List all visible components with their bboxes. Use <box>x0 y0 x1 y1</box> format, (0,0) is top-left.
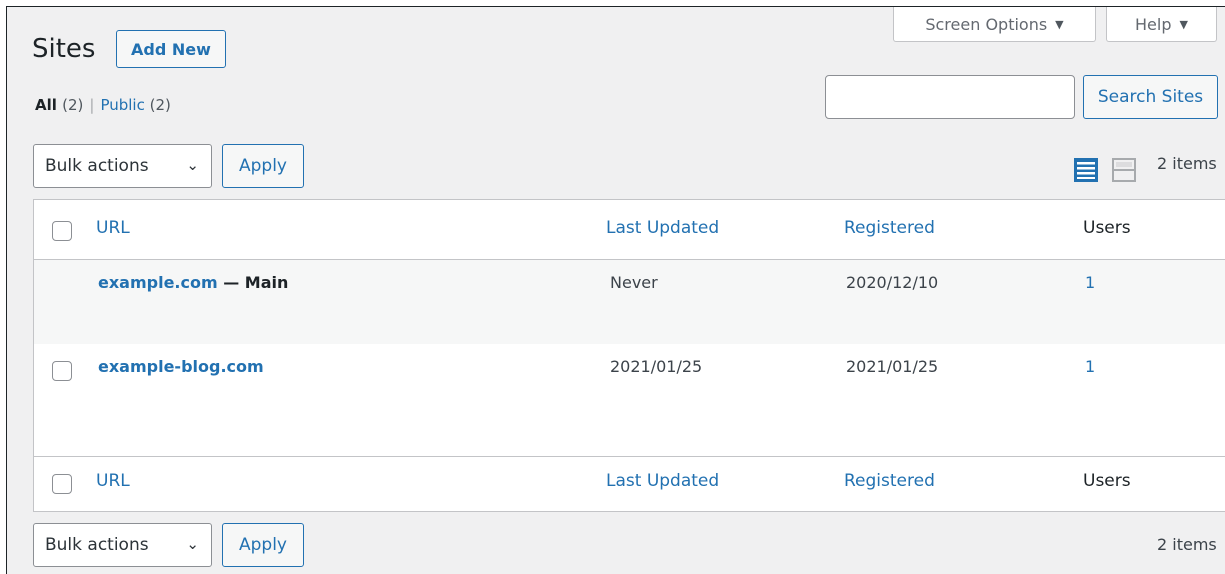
bulk-actions-value: Bulk actions <box>45 535 149 555</box>
table-row: example.com — Main Never 2020/12/10 1 <box>34 260 1225 344</box>
items-count-bottom: 2 items <box>1157 535 1217 554</box>
dropdown-arrow-icon: ▼ <box>1055 17 1064 31</box>
column-registered-header[interactable]: Registered <box>844 218 935 238</box>
last-updated-cell: 2021/01/25 <box>610 357 703 376</box>
last-updated-cell: Never <box>610 273 658 292</box>
items-count-top: 2 items <box>1157 154 1217 173</box>
bulk-actions-select-top[interactable]: Bulk actions ⌄ <box>33 144 212 188</box>
help-tab[interactable]: Help ▼ <box>1106 7 1217 42</box>
site-main-suffix: — Main <box>217 273 289 292</box>
select-all-checkbox-footer[interactable] <box>52 474 72 494</box>
site-url-link[interactable]: example.com — Main <box>98 273 288 292</box>
chevron-down-icon: ⌄ <box>186 535 199 554</box>
admin-content-area: Screen Options ▼ Help ▼ Sites Add New Al… <box>6 6 1225 574</box>
add-new-button[interactable]: Add New <box>116 30 226 68</box>
row-checkbox[interactable] <box>52 361 72 381</box>
dropdown-arrow-icon: ▼ <box>1179 17 1188 31</box>
status-filter-links: All (2) | Public (2) <box>35 96 171 114</box>
apply-button-bottom[interactable]: Apply <box>222 523 304 567</box>
apply-button-top[interactable]: Apply <box>222 144 304 188</box>
column-last-updated-footer[interactable]: Last Updated <box>606 471 719 491</box>
page-title: Sites <box>32 34 96 64</box>
table-row: example-blog.com 2021/01/25 2021/01/25 1 <box>34 344 1225 456</box>
screen-options-tab[interactable]: Screen Options ▼ <box>893 7 1096 42</box>
excerpt-view-icon[interactable] <box>1111 157 1137 183</box>
users-count-link[interactable]: 1 <box>1085 357 1095 376</box>
select-all-checkbox[interactable] <box>52 221 72 241</box>
bulk-actions-value: Bulk actions <box>45 156 149 176</box>
search-sites-input[interactable] <box>825 75 1075 119</box>
column-registered-footer[interactable]: Registered <box>844 471 935 491</box>
site-url-link[interactable]: example-blog.com <box>98 357 264 376</box>
column-users-footer: Users <box>1083 471 1131 491</box>
help-label: Help <box>1135 14 1172 34</box>
registered-cell: 2020/12/10 <box>846 273 939 292</box>
column-last-updated-header[interactable]: Last Updated <box>606 218 719 238</box>
screen-options-label: Screen Options <box>925 14 1048 34</box>
table-header-row: URL Last Updated Registered Users <box>34 200 1225 260</box>
bulk-actions-select-bottom[interactable]: Bulk actions ⌄ <box>33 523 212 567</box>
filter-separator: | <box>89 96 95 114</box>
registered-cell: 2021/01/25 <box>846 357 939 376</box>
column-users-header: Users <box>1083 218 1131 238</box>
search-sites-button[interactable]: Search Sites <box>1083 75 1218 119</box>
column-url-footer[interactable]: URL <box>96 471 130 491</box>
column-url-header[interactable]: URL <box>96 218 130 238</box>
sites-table: URL Last Updated Registered Users exampl… <box>33 199 1225 512</box>
table-footer-row: URL Last Updated Registered Users <box>34 456 1225 511</box>
users-count-link[interactable]: 1 <box>1085 273 1095 292</box>
chevron-down-icon: ⌄ <box>186 156 199 175</box>
list-view-icon[interactable] <box>1073 157 1099 183</box>
filter-public-link[interactable]: Public (2) <box>100 96 170 114</box>
filter-all-link[interactable]: All (2) <box>35 96 83 114</box>
